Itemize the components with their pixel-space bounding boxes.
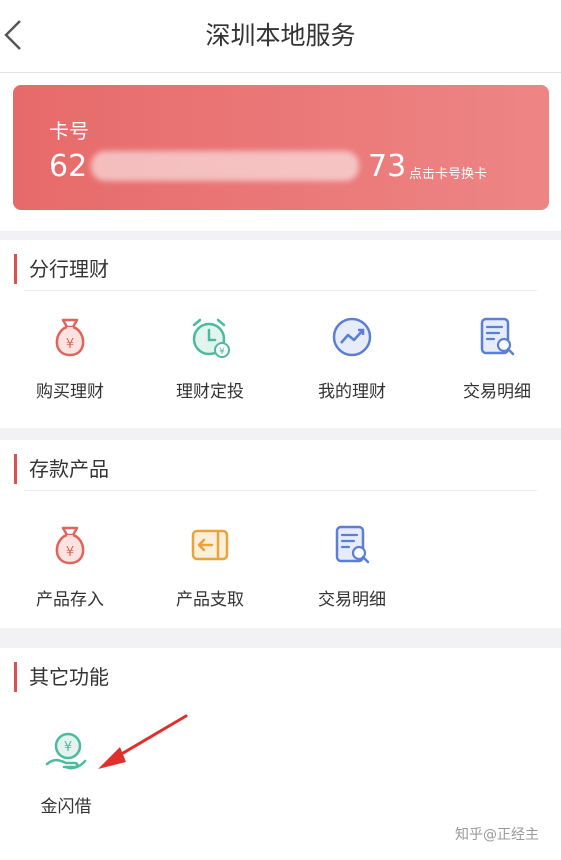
section-deposit: 存款产品 ¥ 产品存入 产品支取 交易明细 [0,440,561,628]
divider [24,490,537,491]
divider [24,290,537,291]
deposit-transaction-detail-button[interactable]: 交易明细 [282,523,422,633]
card-number-mask [91,151,359,181]
document-search-icon [335,525,370,564]
header: 深圳本地服务 [0,0,561,73]
product-withdraw-button[interactable]: 产品支取 [140,523,280,633]
document-search-icon [480,317,515,356]
item-label: 产品存入 [36,590,104,610]
section-wealth: 分行理财 ¥ 购买理财 ¥ 理财定投 我的理财 交易明细 [0,240,561,428]
svg-text:¥: ¥ [219,347,225,357]
card-label: 卡号 [49,119,89,143]
section-title: 存款产品 [14,454,109,484]
svg-text:¥: ¥ [66,337,74,352]
bank-card[interactable]: 卡号 62 73 点击卡号换卡 [13,85,549,210]
card-area: 卡号 62 73 点击卡号换卡 [0,73,561,231]
item-label: 产品支取 [176,590,244,610]
trend-chart-icon [332,317,372,357]
switch-card-hint[interactable]: 点击卡号换卡 [409,163,487,182]
alarm-clock-yen-icon: ¥ [192,318,230,358]
svg-text:¥: ¥ [66,545,74,560]
wealth-auto-invest-button[interactable]: ¥ 理财定投 [140,315,280,425]
money-bag-icon: ¥ [55,318,85,357]
item-label: 理财定投 [176,382,244,402]
watermark: 知乎@正经主 [455,827,539,843]
item-label: 我的理财 [318,382,386,402]
transfer-out-icon [191,529,229,561]
page-title: 深圳本地服务 [205,21,356,50]
section-title: 分行理财 [14,254,109,284]
my-wealth-button[interactable]: 我的理财 [282,315,422,425]
item-label: 购买理财 [36,382,104,402]
item-label: 交易明细 [463,382,531,402]
product-deposit-button[interactable]: ¥ 产品存入 [0,523,140,633]
money-bag-icon: ¥ [55,526,85,565]
card-number-tail: 73 [368,149,407,184]
card-number-head: 62 [49,149,88,184]
transaction-detail-button[interactable]: 交易明细 [427,315,561,425]
buy-wealth-button[interactable]: ¥ 购买理财 [0,315,140,425]
item-label: 交易明细 [318,590,386,610]
